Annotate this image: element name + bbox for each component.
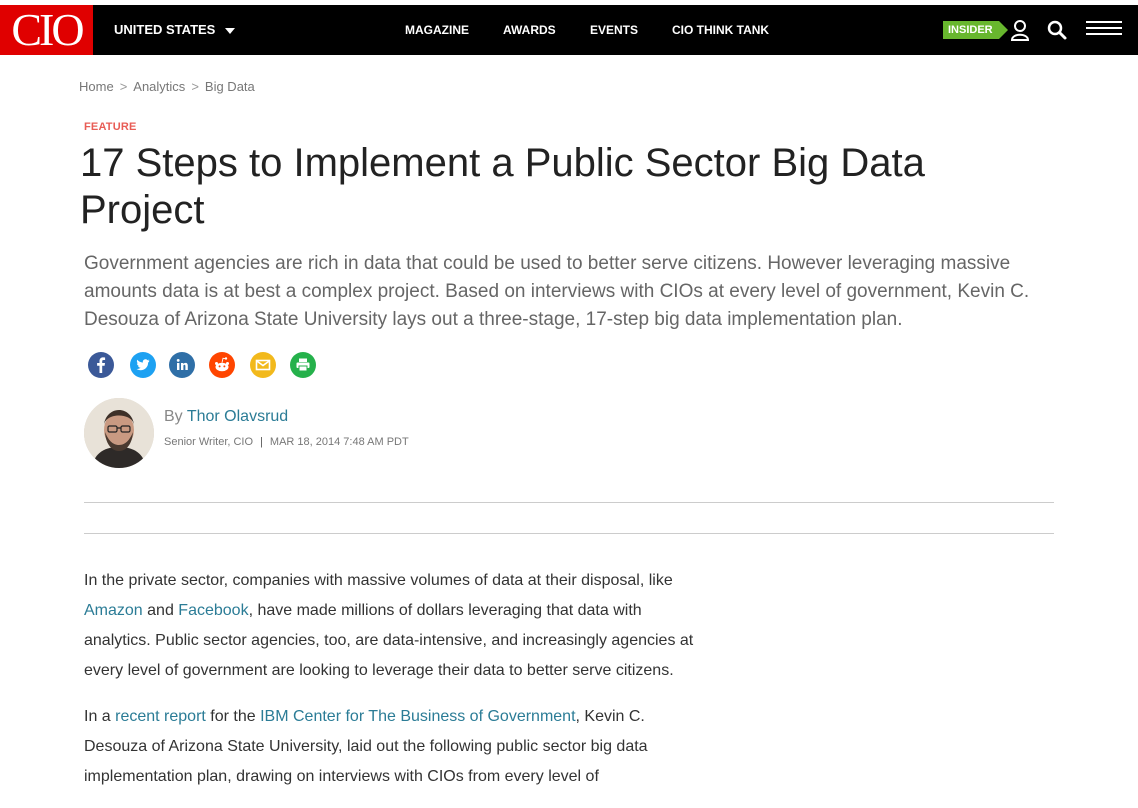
insider-badge[interactable]: INSIDER [943,21,1008,39]
paragraph-text: and [142,602,179,619]
divider-top [84,502,1054,503]
breadcrumb-separator-icon: > [119,79,128,94]
byline: By Thor Olavsrud [164,408,288,426]
paragraph-text: In the private sector, companies with ma… [84,572,673,589]
nav-events[interactable]: EVENTS [590,5,638,55]
article-body: In the private sector, companies with ma… [84,566,709,808]
facebook-link[interactable]: Facebook [178,602,248,619]
recent-report-link[interactable]: recent report [115,708,206,725]
article-kicker[interactable]: FEATURE [84,121,137,133]
article-meta: Senior Writer, CIO | MAR 18, 2014 7:48 AM … [164,436,409,448]
breadcrumb-home[interactable]: Home [79,79,114,94]
meta-separator: | [260,436,263,448]
caret-down-icon [225,27,236,34]
edition-selector[interactable]: UNITED STATES [114,5,236,55]
nav-magazine[interactable]: MAGAZINE [405,5,469,55]
author-avatar[interactable] [84,398,154,468]
edition-label: UNITED STATES [114,22,216,37]
amazon-link[interactable]: Amazon [84,602,143,619]
user-account-icon[interactable] [1009,18,1031,42]
breadcrumb-big-data[interactable]: Big Data [205,79,255,94]
twitter-icon[interactable] [130,352,156,378]
body-paragraph-1: In the private sector, companies with ma… [84,566,709,686]
breadcrumb: Home > Analytics > Big Data [79,79,255,94]
byline-prefix: By [164,408,183,425]
author-name-link[interactable]: Thor Olavsrud [187,408,288,425]
body-paragraph-2: In a recent report for the IBM Center fo… [84,702,709,792]
reddit-icon[interactable] [209,352,235,378]
facebook-icon[interactable] [88,352,114,378]
article-dek: Government agencies are rich in data tha… [84,253,1030,330]
paragraph-text: In a [84,708,116,725]
cio-logo[interactable]: CIO [0,5,93,55]
print-icon[interactable] [290,352,316,378]
nav-awards[interactable]: AWARDS [503,5,556,55]
search-icon[interactable] [1046,18,1068,42]
hamburger-menu-icon[interactable] [1086,21,1122,37]
email-icon[interactable] [250,352,276,378]
linkedin-icon[interactable] [169,352,195,378]
paragraph-text: for the [205,708,261,725]
article-title: 17 Steps to Implement a Public Sector Bi… [80,141,925,232]
publish-date: MAR 18, 2014 7:48 AM PDT [269,436,409,448]
breadcrumb-analytics[interactable]: Analytics [133,79,185,94]
ibm-center-link[interactable]: IBM Center for The Business of Governmen… [260,708,575,725]
author-role: Senior Writer, CIO [164,436,254,448]
nav-cio-think-tank[interactable]: CIO THINK TANK [672,5,769,55]
divider-bottom [84,533,1054,534]
breadcrumb-separator-icon: > [191,79,199,94]
